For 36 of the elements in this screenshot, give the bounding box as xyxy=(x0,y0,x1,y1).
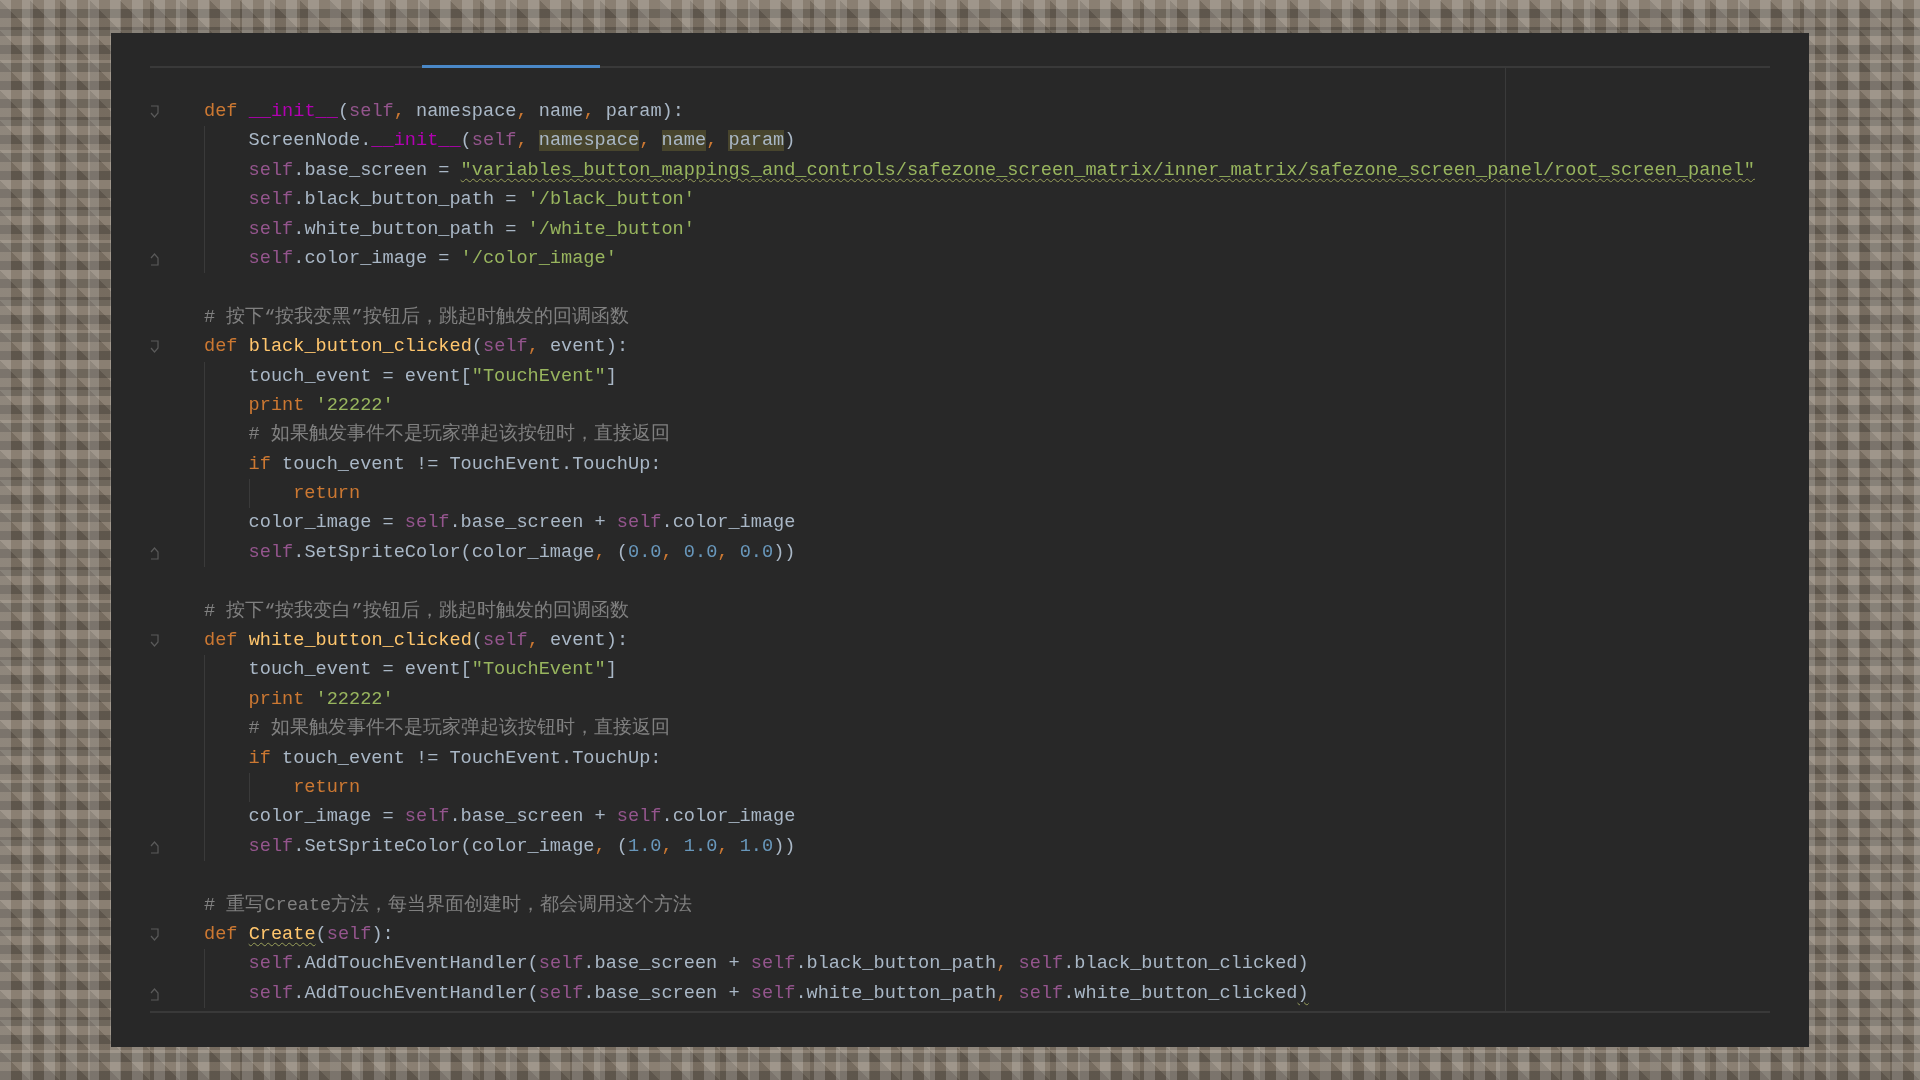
code-line: self.SetSpriteColor(color_image, (0.0, 0.0, 0.0)) xyxy=(248,540,796,565)
code-line: def __init__(self, namespace, name, param): xyxy=(204,100,684,124)
code-line: self.AddTouchEventHandler(self.base_screen + self.black_button_path, self.black_button_clicked) xyxy=(248,952,1309,977)
code-comment: # 重写Create方法，每当界面创建时，都会调用这个方法 xyxy=(204,893,693,918)
code-line: color_image = self.base_screen + self.color_image xyxy=(248,805,796,830)
fold-icon[interactable] xyxy=(149,986,161,1001)
code-line: self.black_button_path = '/black_button' xyxy=(248,188,695,213)
fold-icon[interactable] xyxy=(149,927,161,942)
code-line: print '22222' xyxy=(248,687,394,712)
code-line: touch_event = event["TouchEvent"] xyxy=(248,658,617,683)
code-comment: # 按下“按我变黑”按钮后，跳起时触发的回调函数 xyxy=(204,305,629,330)
code-line: touch_event = event["TouchEvent"] xyxy=(248,364,617,389)
code-line: return xyxy=(293,776,361,800)
code-comment: # 按下“按我变白”按钮后，跳起时触发的回调函数 xyxy=(204,599,629,624)
code-line: def Create(self): xyxy=(204,922,394,947)
code-comment: # 如果触发事件不是玩家弹起该按钮时，直接返回 xyxy=(248,716,670,742)
code-line: print '22222' xyxy=(248,393,394,418)
code-line: self.AddTouchEventHandler(self.base_screen + self.white_button_path, self.white_button_clicked) xyxy=(248,981,1309,1006)
fold-icon[interactable] xyxy=(149,105,161,119)
code-line: color_image = self.base_screen + self.color_image xyxy=(248,511,796,536)
fold-icon[interactable] xyxy=(149,340,161,355)
fold-icon[interactable] xyxy=(149,545,161,560)
code-line: ScreenNode.__init__(self, namespace, name, param) xyxy=(248,129,796,154)
code-line: def white_button_clicked(self, event): xyxy=(204,629,629,654)
fold-icon[interactable] xyxy=(149,251,161,266)
code-line: return xyxy=(293,482,361,507)
code-line: if touch_event != TouchEvent.TouchUp: xyxy=(248,746,662,771)
code-line: self.color_image = '/color_image' xyxy=(248,246,617,271)
code-line: self.white_button_path = '/white_button' xyxy=(248,217,695,242)
code-comment: # 如果触发事件不是玩家弹起该按钮时，直接返回 xyxy=(248,422,670,448)
fold-icon[interactable] xyxy=(149,634,161,649)
code-line: if touch_event != TouchEvent.TouchUp: xyxy=(248,452,662,477)
fold-icon[interactable] xyxy=(149,839,161,854)
code-line: self.base_screen = "variables_button_mappings_and_controls/safezone_screen_matrix/inner_matrix/safezone_screen_panel/root_screen_panel" xyxy=(248,158,1755,183)
code-line: def black_button_clicked(self, event): xyxy=(204,335,629,360)
code-line: self.SetSpriteColor(color_image, (1.0, 1.0, 1.0)) xyxy=(248,834,796,859)
